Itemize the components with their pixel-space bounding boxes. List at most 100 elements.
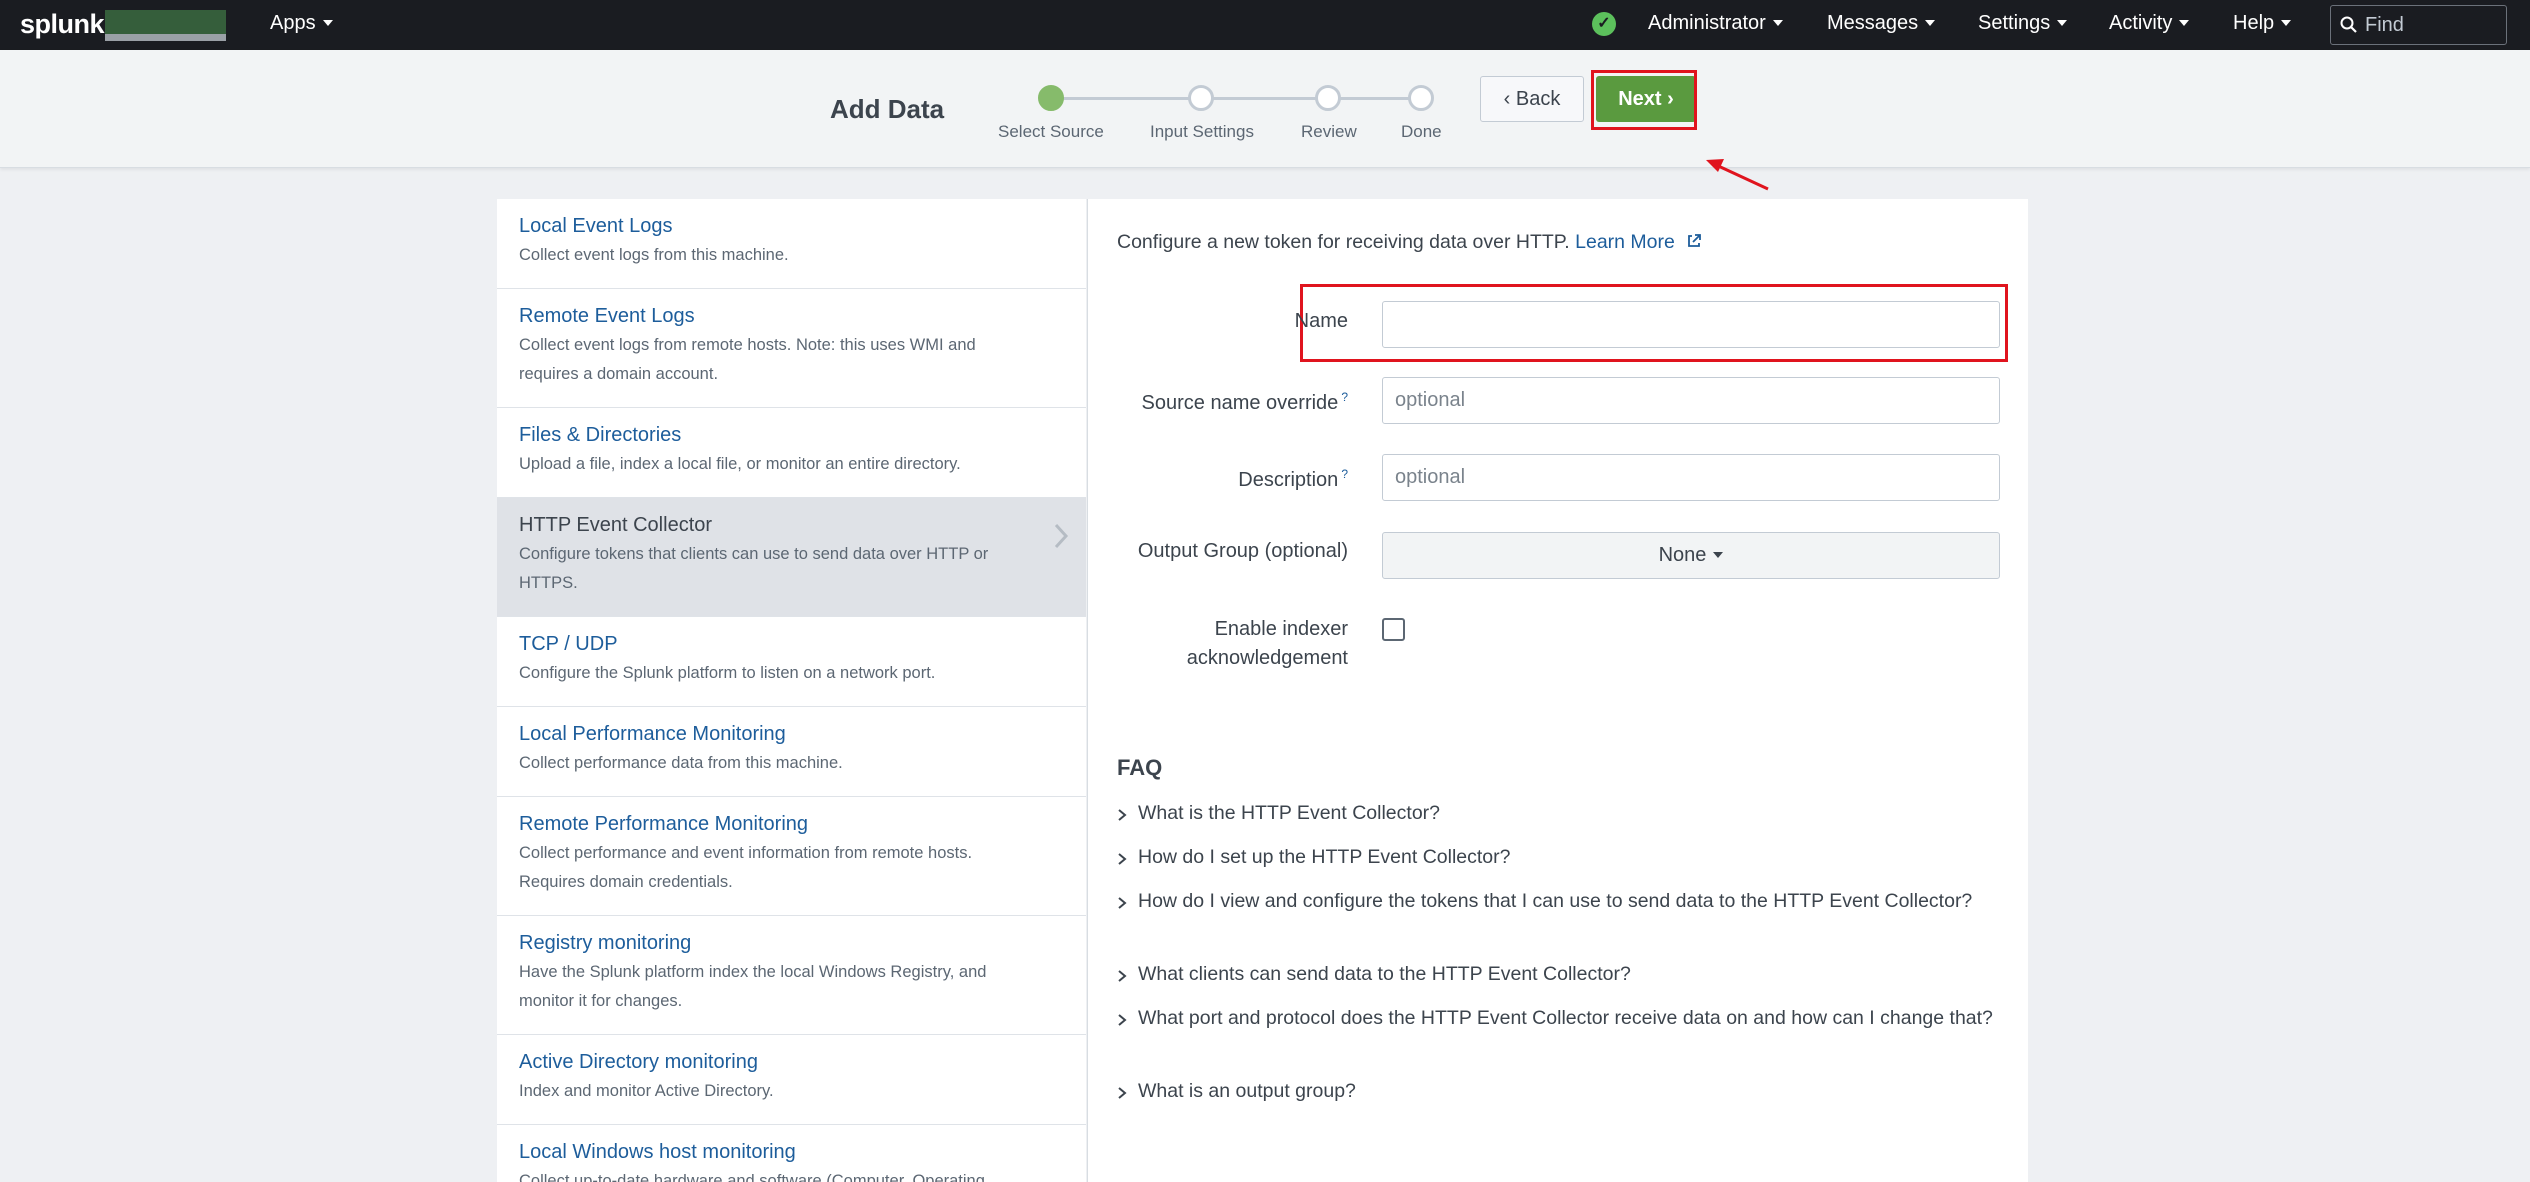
source-item-files-directories[interactable]: Files & Directories Upload a file, index… <box>497 408 1086 498</box>
annotation-arrow-icon <box>1706 159 1769 191</box>
source-name-override-text: Source name override <box>1141 392 1339 414</box>
page-title: Add Data <box>830 94 945 124</box>
step-label-select-source: Select Source <box>998 122 1104 141</box>
annotation-highlight-next <box>1591 70 1697 130</box>
health-status-icon[interactable]: ✓ <box>1592 12 1616 36</box>
caret-down-icon <box>2179 20 2190 26</box>
source-item-http-event-collector[interactable]: HTTP Event Collector Configure tokens th… <box>497 498 1086 617</box>
faq-question: What is an output group? <box>1138 1080 1356 1102</box>
faq-item[interactable]: How do I set up the HTTP Event Collector… <box>1117 843 1997 872</box>
source-item-title: TCP / UDP <box>519 633 618 655</box>
output-group-label: Output Group (optional) <box>1137 540 1348 562</box>
faq-item[interactable]: What port and protocol does the HTTP Eve… <box>1117 1004 1997 1033</box>
caret-down-icon <box>1925 20 1936 26</box>
intro-text: Configure a new token for receiving data… <box>1117 231 1570 253</box>
add-data-header: Add Data Select Source Input Settings Re… <box>0 50 2530 191</box>
step-label-done: Done <box>1401 122 1442 141</box>
find-placeholder: Find <box>2365 14 2404 36</box>
faq-item[interactable]: How do I view and configure the tokens t… <box>1117 887 1997 916</box>
back-button[interactable]: ‹ Back <box>1480 76 1584 122</box>
chevron-right-icon <box>1118 853 1127 865</box>
source-item-registry-monitoring[interactable]: Registry monitoring Have the Splunk plat… <box>497 916 1086 1035</box>
faq-item[interactable]: What is an output group? <box>1117 1077 1997 1106</box>
source-item-desc: Collect performance data from this machi… <box>519 754 843 772</box>
form-intro: Configure a new token for receiving data… <box>1117 231 1702 254</box>
top-nav-bar: splunk> Apps ✓ Administrator Messages Se… <box>0 0 2530 50</box>
search-icon <box>2340 16 2357 33</box>
source-item-local-performance-monitoring[interactable]: Local Performance Monitoring Collect per… <box>497 707 1086 797</box>
activity-menu-label: Activity <box>2109 12 2173 34</box>
description-text: Description <box>1238 469 1339 491</box>
faq-question: How do I view and configure the tokens t… <box>1138 890 1973 912</box>
source-item-desc: Collect up-to-date hardware and software… <box>519 1172 985 1182</box>
source-item-desc: Configure the Splunk platform to listen … <box>519 664 936 682</box>
description-input[interactable] <box>1382 454 2000 501</box>
faq-question: How do I set up the HTTP Event Collector… <box>1138 846 1511 868</box>
help-menu[interactable]: Help <box>2233 12 2292 35</box>
source-item-active-directory-monitoring[interactable]: Active Directory monitoring Index and mo… <box>497 1035 1086 1125</box>
messages-menu[interactable]: Messages <box>1827 12 1936 35</box>
source-item-local-windows-host-monitoring[interactable]: Local Windows host monitoring Collect up… <box>497 1125 1086 1182</box>
output-group-dropdown[interactable]: None <box>1382 532 2000 579</box>
settings-menu-label: Settings <box>1978 12 2051 34</box>
step-dot-input-settings <box>1188 85 1214 111</box>
step-label-review: Review <box>1301 122 1357 141</box>
source-name-override-input[interactable] <box>1382 377 2000 424</box>
caret-down-icon <box>2057 20 2068 26</box>
activity-menu[interactable]: Activity <box>2109 12 2190 35</box>
name-input[interactable] <box>1382 301 2000 348</box>
name-label: Name <box>1294 310 1348 332</box>
source-item-title: Active Directory monitoring <box>519 1051 758 1073</box>
faq-item[interactable]: What clients can send data to the HTTP E… <box>1117 960 1997 989</box>
source-item-title: Local Performance Monitoring <box>519 723 786 745</box>
source-item-title: Registry monitoring <box>519 932 692 954</box>
source-item-title: HTTP Event Collector <box>519 514 713 536</box>
caret-down-icon <box>322 20 333 26</box>
faq-question: What is the HTTP Event Collector? <box>1138 802 1441 824</box>
apps-menu-label: Apps <box>270 12 316 34</box>
caret-down-icon <box>1713 552 1724 558</box>
faq-question: What clients can send data to the HTTP E… <box>1138 963 1631 985</box>
source-item-desc: Index and monitor Active Directory. <box>519 1082 774 1100</box>
external-link-icon <box>1688 234 1702 247</box>
source-item-remote-performance-monitoring[interactable]: Remote Performance Monitoring Collect pe… <box>497 797 1086 916</box>
source-item-title: Remote Performance Monitoring <box>519 813 809 835</box>
source-item-title: Local Windows host monitoring <box>519 1141 796 1163</box>
output-group-value: None <box>1658 544 1707 566</box>
learn-more-link[interactable]: Learn More <box>1575 231 1702 253</box>
source-item-title: Local Event Logs <box>519 215 673 237</box>
caret-down-icon <box>2281 20 2292 26</box>
help-icon[interactable]: ? <box>1341 390 1348 404</box>
help-icon[interactable]: ? <box>1341 467 1348 481</box>
settings-menu[interactable]: Settings <box>1978 12 2068 35</box>
step-dot-review <box>1315 85 1341 111</box>
instance-badge <box>105 10 226 41</box>
apps-menu[interactable]: Apps <box>270 12 333 35</box>
step-dot-select-source <box>1038 85 1064 111</box>
source-item-tcp-udp[interactable]: TCP / UDP Configure the Splunk platform … <box>497 617 1086 707</box>
indexer-ack-checkbox[interactable] <box>1382 618 1405 641</box>
indexer-ack-label: Enable indexer acknowledgement <box>1088 615 1348 673</box>
indexer-ack-label-line1: Enable indexer <box>1214 618 1348 640</box>
description-label: Description? <box>1088 460 1348 495</box>
back-button-label: Back <box>1515 88 1561 110</box>
data-source-list: Local Event Logs Collect event logs from… <box>497 199 1086 1182</box>
administrator-menu-label: Administrator <box>1648 12 1766 34</box>
source-item-remote-event-logs[interactable]: Remote Event Logs Collect event logs fro… <box>497 289 1086 408</box>
chevron-right-icon <box>1118 1014 1127 1026</box>
source-item-local-event-logs[interactable]: Local Event Logs Collect event logs from… <box>497 199 1086 289</box>
source-item-desc: Have the Splunk platform index the local… <box>519 963 987 1010</box>
source-item-title: Remote Event Logs <box>519 305 695 327</box>
chevron-right-icon <box>1118 970 1127 982</box>
find-input[interactable]: Find <box>2330 5 2507 45</box>
learn-more-label: Learn More <box>1575 231 1675 253</box>
chevron-left-icon: ‹ <box>1503 88 1516 110</box>
http-event-collector-form: Configure a new token for receiving data… <box>1087 199 2028 1182</box>
step-dot-done <box>1408 85 1434 111</box>
chevron-right-icon <box>1118 897 1127 909</box>
faq-item[interactable]: What is the HTTP Event Collector? <box>1117 799 1997 828</box>
faq-question: What port and protocol does the HTTP Eve… <box>1138 1007 1993 1029</box>
administrator-menu[interactable]: Administrator <box>1648 12 1783 35</box>
step-label-input-settings: Input Settings <box>1150 122 1254 141</box>
chevron-right-icon <box>1118 809 1127 821</box>
